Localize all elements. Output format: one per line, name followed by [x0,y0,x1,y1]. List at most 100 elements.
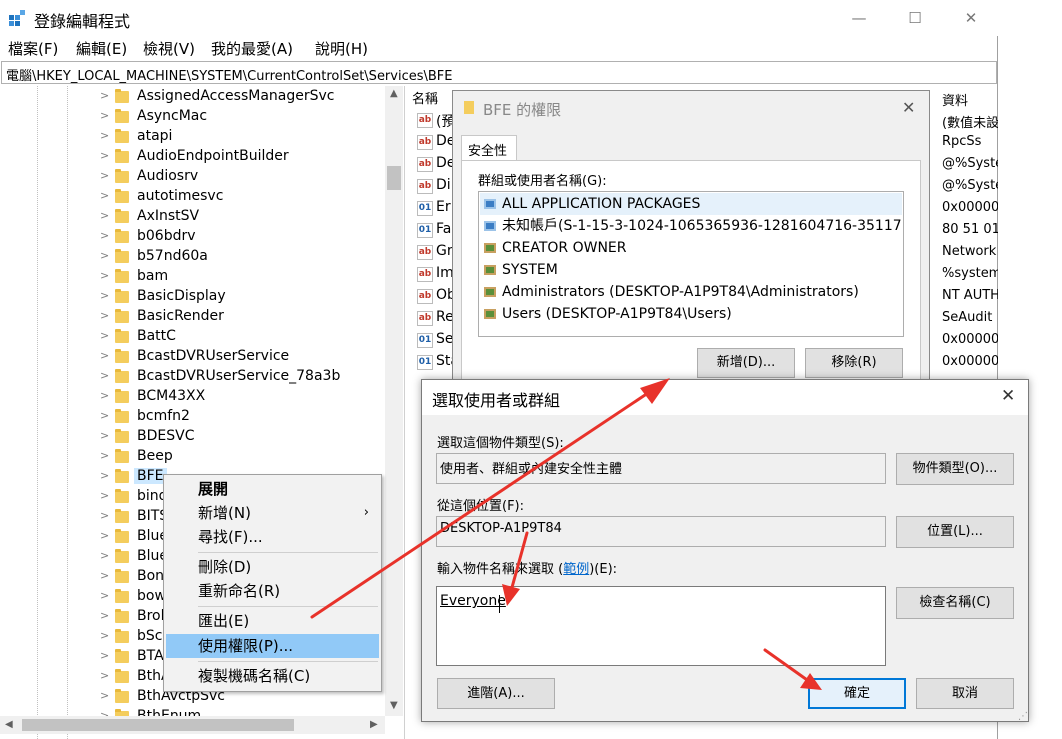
menu-item-new[interactable]: 新增(N) › [164,501,379,525]
remove-principal-button[interactable]: 移除(R) [805,348,903,378]
chevron-right-icon[interactable]: > [100,169,109,182]
menu-item-permissions[interactable]: 使用權限(P)... [166,634,379,658]
add-principal-button[interactable]: 新增(D)... [697,348,795,378]
tree-item[interactable]: > BasicRender [100,307,400,327]
chevron-right-icon[interactable]: > [100,149,109,162]
menu-item-rename[interactable]: 重新命名(R) [164,579,379,603]
column-header-name[interactable]: 名稱 [412,88,438,107]
tab-security[interactable]: 安全性 [461,135,517,161]
tree-item[interactable]: > AudioEndpointBuilder [100,147,400,167]
chevron-right-icon[interactable]: > [100,689,109,702]
tree-item[interactable]: > Audiosrv [100,167,400,187]
tree-item[interactable]: > BCM43XX [100,387,400,407]
chevron-right-icon[interactable]: > [100,629,109,642]
maximize-button[interactable]: ☐ [892,4,938,32]
chevron-right-icon[interactable]: > [100,469,109,482]
chevron-right-icon[interactable]: > [100,109,109,122]
tree-item[interactable]: > AssignedAccessManagerSvc [100,87,400,107]
chevron-right-icon[interactable]: > [100,209,109,222]
tree-horizontal-scroll-thumb[interactable] [22,719,294,731]
tree-item[interactable]: > bcmfn2 [100,407,400,427]
tree-item[interactable]: > bam [100,267,400,287]
chevron-right-icon[interactable]: > [100,309,109,322]
chevron-right-icon[interactable]: > [100,89,109,102]
chevron-right-icon[interactable]: > [100,649,109,662]
value-name[interactable]: Gr [436,243,453,259]
tree-item[interactable]: > BattC [100,327,400,347]
chevron-right-icon[interactable]: > [100,509,109,522]
object-names-input[interactable]: Everyone [436,586,886,666]
resize-grip-icon[interactable]: ⋰ [1018,711,1028,722]
title-bar[interactable]: 登錄編輯程式 — ☐ ✕ [0,0,998,36]
principal-item[interactable]: Administrators (DESKTOP-A1P9T84\Administ… [480,281,902,303]
value-name[interactable]: Di [436,177,451,193]
chevron-right-icon[interactable]: > [100,549,109,562]
menu-edit[interactable]: 編輯(E) [76,38,127,59]
scroll-left-icon[interactable]: ◀ [5,719,13,730]
chevron-right-icon[interactable]: > [100,189,109,202]
chevron-right-icon[interactable]: > [100,369,109,382]
principal-item[interactable]: CREATOR OWNER [480,237,902,259]
scroll-down-icon[interactable]: ▼ [390,700,398,711]
menu-item-copy-key-name[interactable]: 複製機碼名稱(C) [164,664,379,688]
chevron-right-icon[interactable]: > [100,289,109,302]
object-types-button[interactable]: 物件類型(O)... [896,453,1014,485]
menu-item-export[interactable]: 匯出(E) [164,609,379,633]
close-icon[interactable]: ✕ [902,98,915,117]
tree-item[interactable]: > AxInstSV [100,207,400,227]
menu-favorites[interactable]: 我的最愛(A) [211,38,293,59]
menu-file[interactable]: 檔案(F) [8,38,58,59]
chevron-right-icon[interactable]: > [100,589,109,602]
value-name[interactable]: Se [436,331,454,347]
ok-button[interactable]: 確定 [808,678,906,709]
chevron-right-icon[interactable]: > [100,489,109,502]
tree-item[interactable]: > atapi [100,127,400,147]
address-bar[interactable]: 電腦\HKEY_LOCAL_MACHINE\SYSTEM\CurrentCont… [1,61,997,84]
examples-link[interactable]: 範例 [563,562,589,577]
chevron-right-icon[interactable]: > [100,529,109,542]
chevron-right-icon[interactable]: > [100,389,109,402]
advanced-button[interactable]: 進階(A)... [437,678,555,709]
chevron-right-icon[interactable]: > [100,349,109,362]
tree-item[interactable]: > BcastDVRUserService_78a3b [100,367,400,387]
menu-help[interactable]: 說明(H) [315,38,368,59]
tree-item[interactable]: > b57nd60a [100,247,400,267]
menu-view[interactable]: 檢視(V) [143,38,195,59]
close-button[interactable]: ✕ [948,4,994,32]
check-names-button[interactable]: 檢查名稱(C) [896,587,1014,619]
tree-item[interactable]: > autotimesvc [100,187,400,207]
menu-item-expand[interactable]: 展開 [164,477,379,501]
principal-item[interactable]: 未知帳戶(S-1-15-3-1024-1065365936-1281604716… [480,215,902,237]
tree-item[interactable]: > BasicDisplay [100,287,400,307]
chevron-right-icon[interactable]: > [100,669,109,682]
scroll-right-icon[interactable]: ▶ [370,719,378,730]
chevron-right-icon[interactable]: > [100,269,109,282]
locations-button[interactable]: 位置(L)... [896,516,1014,548]
value-name[interactable]: Er [436,199,451,215]
chevron-right-icon[interactable]: > [100,429,109,442]
principal-item[interactable]: Users (DESKTOP-A1P9T84\Users) [480,303,902,325]
chevron-right-icon[interactable]: > [100,609,109,622]
tree-item[interactable]: > BDESVC [100,427,400,447]
cancel-button[interactable]: 取消 [916,678,1014,709]
menu-item-delete[interactable]: 刪除(D) [164,555,379,579]
value-name[interactable]: Fa [436,221,451,237]
tree-vertical-scroll-thumb[interactable] [387,166,401,190]
tree-item[interactable]: > Beep [100,447,400,467]
principal-item[interactable]: ALL APPLICATION PACKAGES [480,193,902,215]
chevron-right-icon[interactable]: > [100,329,109,342]
close-icon[interactable]: ✕ [1001,386,1015,406]
tree-item[interactable]: > BcastDVRUserService [100,347,400,367]
principal-item[interactable]: SYSTEM [480,259,902,281]
column-header-data[interactable]: 資料 [942,90,968,109]
minimize-button[interactable]: — [836,4,882,32]
chevron-right-icon[interactable]: > [100,129,109,142]
tree-item[interactable]: > AsyncMac [100,107,400,127]
chevron-right-icon[interactable]: > [100,409,109,422]
menu-item-find[interactable]: 尋找(F)... [164,525,379,549]
chevron-right-icon[interactable]: > [100,569,109,582]
chevron-right-icon[interactable]: > [100,229,109,242]
chevron-right-icon[interactable]: > [100,449,109,462]
chevron-right-icon[interactable]: > [100,249,109,262]
tree-item[interactable]: > b06bdrv [100,227,400,247]
